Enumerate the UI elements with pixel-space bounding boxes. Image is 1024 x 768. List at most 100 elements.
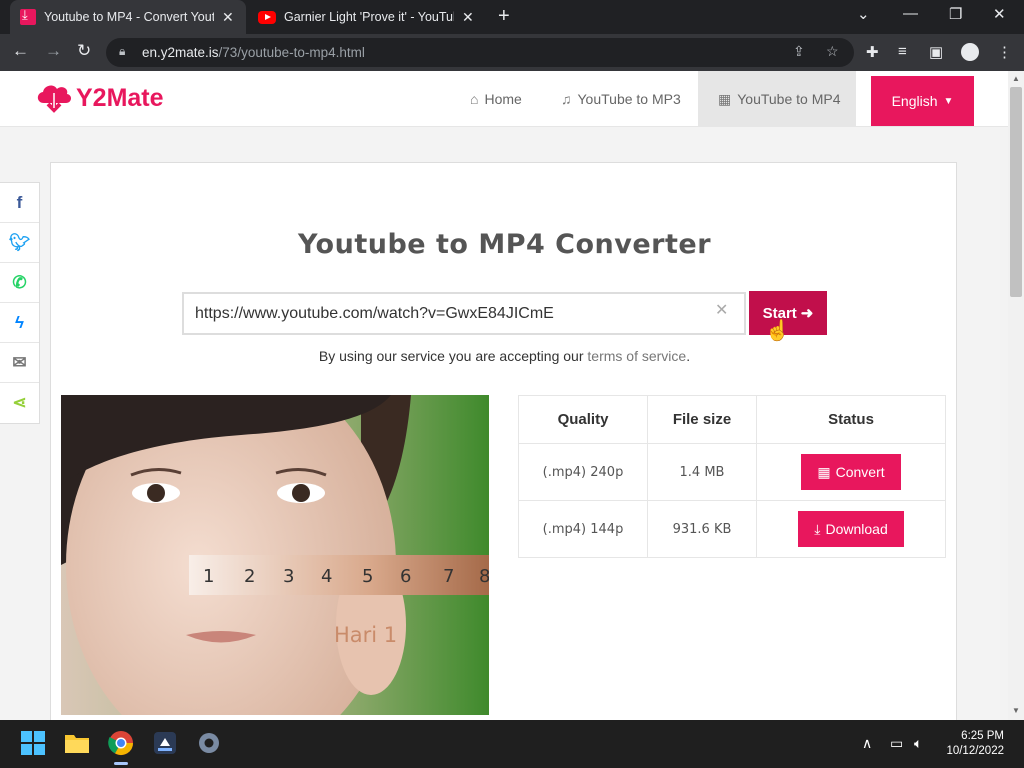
file-explorer-icon[interactable] [64, 730, 90, 756]
more-share-button[interactable]: ⋖ [0, 383, 39, 423]
download-label: Download [825, 521, 888, 537]
network-icon[interactable]: ▭ [890, 735, 903, 752]
nav-mp4-label: YouTube to MP4 [737, 91, 841, 107]
terms-prefix: By using our service you are accepting o… [318, 348, 584, 364]
browser-tab-strip: Youtube to MP4 - Convert Youtube ✕ Garni… [0, 0, 1024, 34]
whatsapp-share-button[interactable]: ✆ [0, 263, 39, 303]
arrow-right-icon: ➜ [800, 305, 814, 322]
nav-mp3-label: YouTube to MP3 [577, 91, 681, 107]
site-header: Y2Mate ⌂ Home ♫ YouTube to MP3 ▦ YouTube… [0, 71, 1008, 127]
table-row: (.mp4) 144p 931.6 KB ⤓ Download [518, 500, 946, 558]
nav-home[interactable]: ⌂ Home [470, 71, 522, 127]
profile-avatar-icon[interactable] [961, 43, 979, 61]
bookmark-star-icon[interactable]: ☆ [826, 43, 839, 60]
thumbnail-image: 1 2 3 4 5 6 7 8 Hari 1 [61, 395, 489, 715]
media-queue-icon[interactable]: ≡ [898, 43, 907, 60]
system-clock[interactable]: 6:25 PM 10/12/2022 [940, 729, 1004, 759]
scroll-thumb[interactable] [1010, 87, 1022, 297]
lock-icon[interactable]: 🔒︎ [119, 44, 125, 59]
url-text: en.y2mate.is/73/youtube-to-mp4.html [142, 45, 365, 60]
close-icon[interactable]: ✕ [222, 9, 234, 26]
new-tab-button[interactable]: + [498, 5, 510, 28]
tab-youtube-to-mp4[interactable]: Youtube to MP4 - Convert Youtube ✕ [10, 0, 246, 34]
extensions-puzzle-icon[interactable]: ✚ [866, 43, 879, 61]
twitter-share-button[interactable]: 🐦︎ [0, 223, 39, 263]
volume-icon[interactable]: 🔈︎ [914, 735, 922, 752]
hand-cursor-icon: ☝ [765, 320, 790, 342]
ruler-number: 1 [203, 566, 214, 587]
language-dropdown[interactable]: English ▼ [871, 76, 974, 126]
table-header-row: Quality File size Status [518, 395, 946, 444]
settings-gear-icon[interactable] [196, 730, 222, 756]
ruler-number: 4 [321, 566, 332, 587]
side-panel-icon[interactable]: ▣ [929, 43, 943, 61]
convert-label: Convert [835, 464, 885, 480]
quality-cell: (.mp4) 240p [518, 443, 648, 501]
results-table: Quality File size Status (.mp4) 240p 1.4… [518, 395, 946, 558]
minimize-button[interactable]: — [903, 5, 918, 22]
nav-youtube-to-mp4[interactable]: ▦ YouTube to MP4 [698, 71, 856, 127]
quality-cell: (.mp4) 144p [518, 500, 648, 558]
terms-notice: By using our service you are accepting o… [51, 348, 958, 364]
kebab-menu-icon[interactable]: ⋮ [997, 43, 1012, 61]
clock-date: 10/12/2022 [946, 745, 1004, 757]
ruler-number: 5 [362, 566, 373, 587]
table-row: (.mp4) 240p 1.4 MB ▦ Convert [518, 443, 946, 501]
forward-icon[interactable]: → [45, 41, 62, 61]
reload-icon[interactable]: ↻ [77, 41, 91, 61]
download-button[interactable]: ⤓ Download [798, 511, 904, 547]
ruler-number: 8 [479, 566, 489, 587]
back-icon[interactable]: ← [12, 41, 29, 61]
address-bar[interactable]: 🔒︎ en.y2mate.is/73/youtube-to-mp4.html ⇪… [106, 38, 854, 67]
show-hidden-icons-chevron-icon[interactable]: ∧ [862, 735, 872, 752]
messenger-share-button[interactable]: ϟ [0, 303, 39, 343]
clear-input-icon[interactable]: ✕ [715, 300, 728, 320]
nav-youtube-to-mp3[interactable]: ♫ YouTube to MP3 [561, 71, 681, 127]
scroll-down-arrow-icon[interactable]: ▼ [1012, 706, 1020, 715]
ruler-number: 7 [443, 566, 454, 587]
share-page-icon[interactable]: ⇪ [793, 43, 805, 60]
url-input[interactable] [182, 292, 746, 335]
chrome-icon[interactable] [108, 730, 134, 756]
facebook-icon: f [16, 192, 23, 212]
tab-search-chevron-icon[interactable]: ⌄ [857, 5, 870, 23]
page-scrollbar[interactable]: ▲ ▼ [1008, 71, 1024, 720]
share-icon: ⋖ [12, 393, 27, 412]
terms-suffix: . [686, 348, 691, 364]
email-icon: ✉ [12, 352, 27, 372]
size-cell: 931.6 KB [647, 500, 757, 558]
social-share-bar: f 🐦︎ ✆ ϟ ✉ ⋖ [0, 182, 40, 424]
film-icon: ▦ [817, 463, 831, 480]
windows-start-icon[interactable] [20, 730, 46, 756]
page-title: Youtube to MP4 Converter [297, 229, 712, 260]
converter-card: Youtube to MP4 Converter ✕ Start ➜ ☝ By … [50, 162, 957, 720]
clock-time: 6:25 PM [961, 730, 1004, 742]
thumbnail-caption: Hari 1 [334, 623, 397, 647]
tab-title: Garnier Light 'Prove it' - YouTube [284, 10, 454, 24]
status-cell: ⤓ Download [756, 500, 946, 558]
col-file-size: File size [647, 395, 757, 444]
email-share-button[interactable]: ✉ [0, 343, 39, 383]
close-window-button[interactable]: ✕ [993, 5, 1006, 23]
music-note-icon: ♫ [561, 91, 572, 107]
nav-home-label: Home [484, 91, 522, 107]
convert-button[interactable]: ▦ Convert [801, 454, 901, 490]
home-icon: ⌂ [470, 91, 479, 107]
status-cell: ▦ Convert [756, 443, 946, 501]
cloud-download-icon [37, 85, 72, 113]
facebook-share-button[interactable]: f [0, 183, 39, 223]
logo-text: Y2Mate [76, 83, 164, 112]
close-icon[interactable]: ✕ [462, 9, 474, 26]
size-cell: 1.4 MB [647, 443, 757, 501]
scroll-up-arrow-icon[interactable]: ▲ [1012, 74, 1020, 83]
active-app-indicator [114, 762, 128, 765]
col-quality: Quality [518, 395, 648, 444]
tab-garnier-youtube[interactable]: Garnier Light 'Prove it' - YouTube ✕ [248, 0, 488, 34]
terms-link[interactable]: terms of service [587, 348, 686, 364]
messenger-icon: ϟ [15, 312, 24, 332]
restore-button[interactable]: ❐ [949, 5, 962, 23]
tab-title: Youtube to MP4 - Convert Youtube [44, 10, 214, 24]
media-app-icon[interactable] [152, 730, 178, 756]
web-page: Y2Mate ⌂ Home ♫ YouTube to MP3 ▦ YouTube… [0, 71, 1008, 720]
site-logo[interactable]: Y2Mate [34, 81, 164, 115]
